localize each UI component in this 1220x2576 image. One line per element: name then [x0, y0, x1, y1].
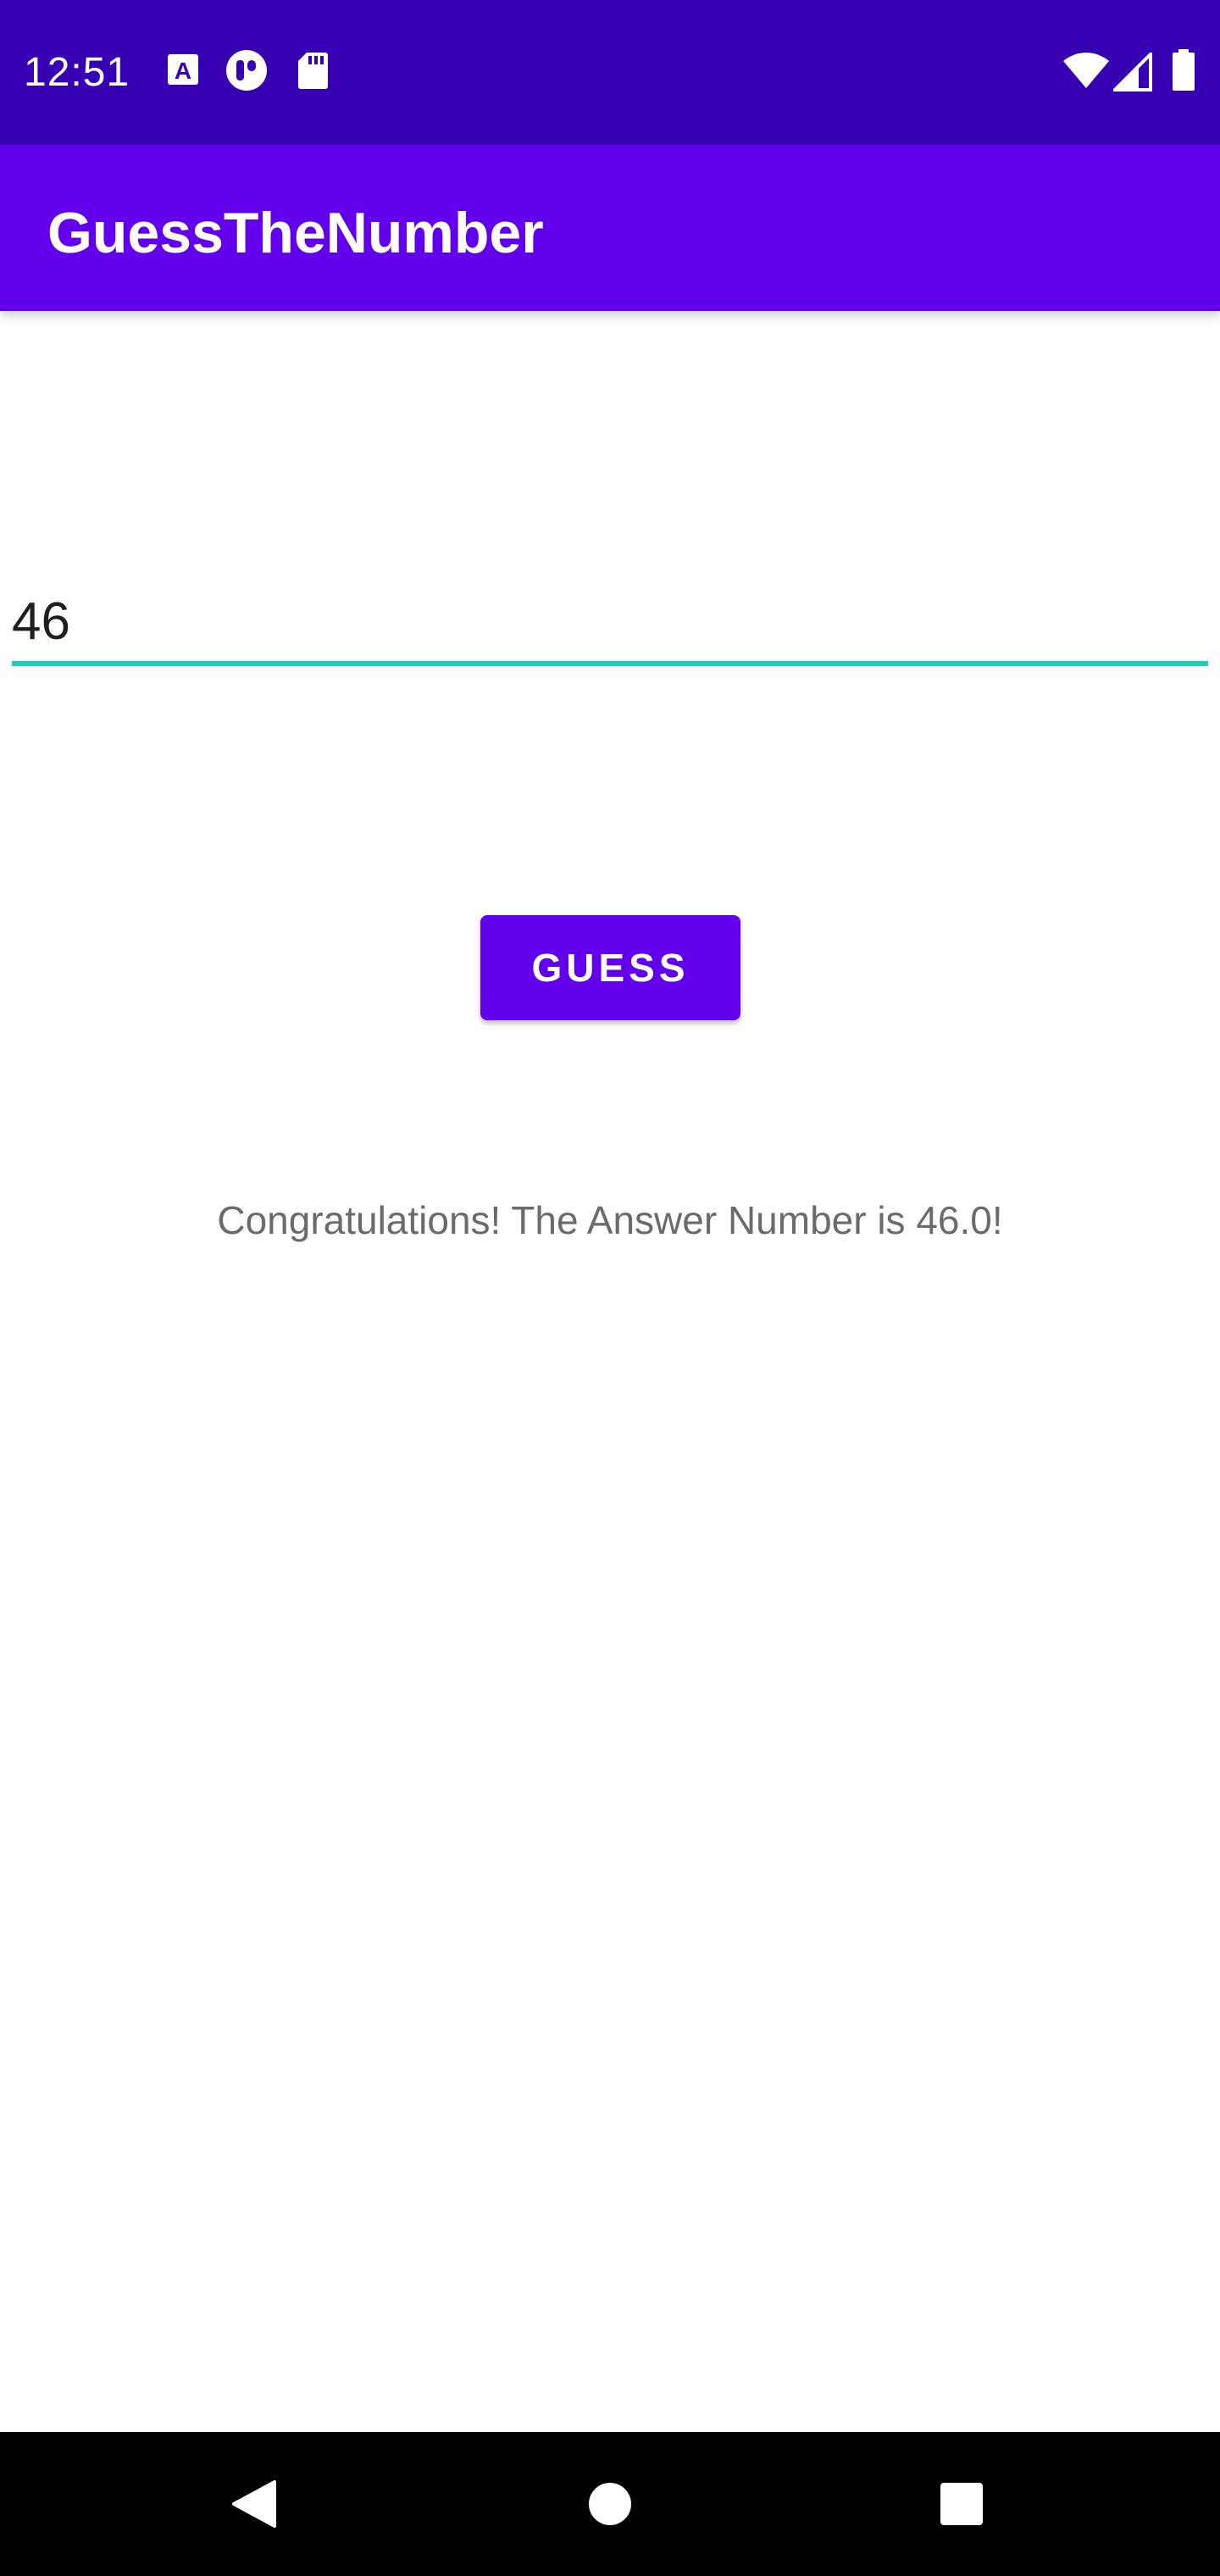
- number-field[interactable]: [12, 585, 1208, 669]
- text-a-icon: A: [166, 53, 200, 86]
- app-screen: 12:51 A GuessTheNumber 46 GUESS Congratu…: [0, 0, 1220, 2576]
- recents-icon: [939, 2481, 984, 2527]
- home-button[interactable]: [542, 2432, 678, 2576]
- field-underline: [12, 661, 1208, 666]
- recents-button[interactable]: [894, 2432, 1029, 2576]
- status-time: 12:51: [24, 50, 130, 95]
- status-bar: 12:51 A: [0, 0, 1220, 145]
- home-icon: [587, 2481, 633, 2527]
- svg-text:A: A: [175, 58, 191, 84]
- battery-icon: [1171, 49, 1196, 92]
- sd-card-icon: [297, 51, 329, 90]
- guess-button[interactable]: GUESS: [480, 915, 740, 1020]
- result-message: Congratulations! The Answer Number is 46…: [217, 1198, 1003, 1242]
- wifi-icon: [1062, 53, 1110, 90]
- app-bar: GuessTheNumber: [0, 145, 1220, 311]
- back-button[interactable]: [186, 2432, 322, 2576]
- navigation-bar: [0, 2432, 1220, 2576]
- back-icon: [230, 2479, 278, 2529]
- app-notification-icon: [225, 49, 268, 92]
- app-title: GuessTheNumber: [47, 201, 544, 265]
- cell-signal-icon: [1113, 53, 1152, 92]
- number-input[interactable]: [12, 585, 1208, 659]
